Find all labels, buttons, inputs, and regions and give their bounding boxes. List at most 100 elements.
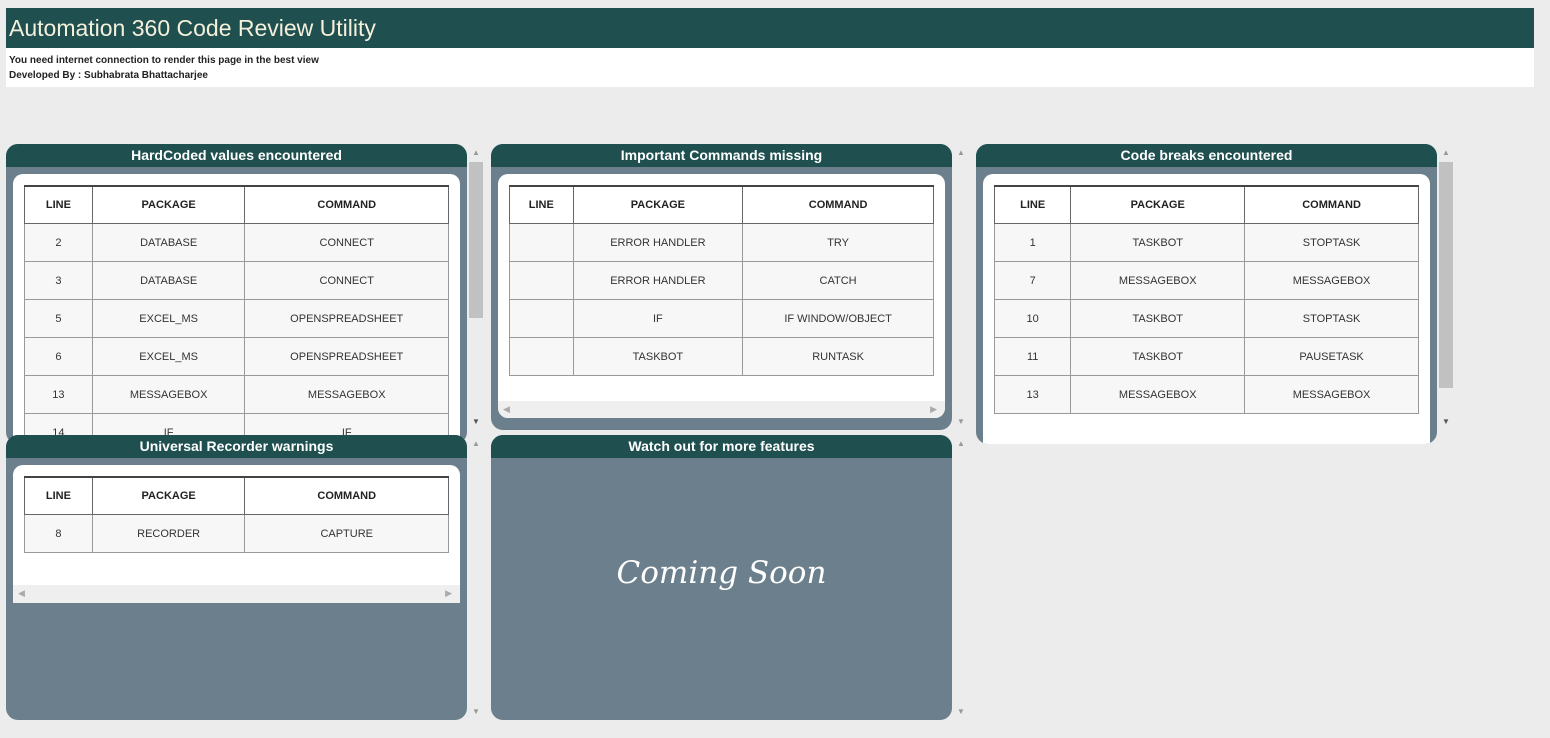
table-header-row: LINE PACKAGE COMMAND [24,476,449,515]
table-card: LINE PACKAGE COMMAND 2 DATABASE CONNECT 3 DATAB… [13,174,460,444]
code-breaks-table: LINE PACKAGE COMMAND 1 TASKBOT STOPTASK 7 MESSA… [993,185,1419,414]
cell-command: STOPTASK [1244,299,1419,338]
cell-package: TASKBOT [1070,223,1246,262]
table-row: 11 TASKBOT PAUSETASK [993,337,1419,376]
table-row: 13 MESSAGEBOX MESSAGEBOX [993,375,1419,414]
cell-command: TRY [742,223,934,262]
table-row: 7 MESSAGEBOX MESSAGEBOX [993,261,1419,300]
panel-title: Universal Recorder warnings [6,435,467,458]
cell-command: RUNTASK [742,337,934,376]
table-row: 1 TASKBOT STOPTASK [993,223,1419,262]
table-row: 3 DATABASE CONNECT [24,261,449,300]
horizontal-scrollbar[interactable]: ◀ ▶ [498,401,945,418]
vertical-scrollbar[interactable]: ▲ ▼ [952,144,970,430]
vertical-scrollbar[interactable]: ▲ ▼ [467,435,485,720]
table-header-row: LINE PACKAGE COMMAND [509,185,934,224]
cell-package: DATABASE [91,261,246,300]
cell-command: IF WINDOW/OBJECT [742,299,934,338]
panel-title: Code breaks encountered [976,144,1437,167]
column-header-package: PACKAGE [1070,185,1246,224]
cell-line: 6 [24,337,93,376]
cell-line: 13 [993,375,1072,414]
missing-commands-table: LINE PACKAGE COMMAND ERROR HANDLER TRY ERROR … [509,185,934,376]
table-row: TASKBOT RUNTASK [509,337,934,376]
internet-notice: You need internet connection to render t… [9,55,319,66]
table-row: 6 EXCEL_MS OPENSPREADSHEET [24,337,449,376]
cell-package: TASKBOT [1070,337,1246,376]
column-header-command: COMMAND [742,185,934,224]
column-header-package: PACKAGE [91,185,246,224]
cell-package: ERROR HANDLER [572,223,744,262]
hardcoded-table: LINE PACKAGE COMMAND 2 DATABASE CONNECT 3 DATAB… [24,185,449,444]
features-panel: Watch out for more features Coming Soon [491,435,952,720]
cell-command: CAPTURE [244,514,449,553]
cell-command: CONNECT [244,261,449,300]
recorder-table: LINE PACKAGE COMMAND 8 RECORDER CAPTURE [24,476,449,553]
cell-package: EXCEL_MS [91,299,246,338]
table-card: LINE PACKAGE COMMAND 1 TASKBOT STOPTASK 7 MESSA… [983,174,1430,444]
table-row: IF IF WINDOW/OBJECT [509,299,934,338]
cell-line [509,299,574,338]
column-header-line: LINE [993,185,1072,224]
cell-command: MESSAGEBOX [1244,375,1419,414]
column-header-command: COMMAND [244,476,449,515]
cell-line: 7 [993,261,1072,300]
table-row: ERROR HANDLER TRY [509,223,934,262]
panel-title: Important Commands missing [491,144,952,167]
table-row: 10 TASKBOT STOPTASK [993,299,1419,338]
column-header-command: COMMAND [244,185,449,224]
developer-credit: Developed By : Subhabrata Bhattacharjee [9,70,208,81]
table-row: 2 DATABASE CONNECT [24,223,449,262]
cell-line [509,337,574,376]
column-header-line: LINE [24,185,93,224]
column-header-command: COMMAND [1244,185,1419,224]
cell-package: TASKBOT [1070,299,1246,338]
panel-title: Watch out for more features [491,435,952,458]
cell-package: RECORDER [91,514,246,553]
hardcoded-panel: HardCoded values encountered LINE PACKAGE… [6,144,467,444]
table-row: 13 MESSAGEBOX MESSAGEBOX [24,375,449,414]
vertical-scrollbar[interactable]: ▲ ▼ [1437,144,1455,430]
cell-line: 2 [24,223,93,262]
cell-command: OPENSPREADSHEET [244,337,449,376]
cell-line: 11 [993,337,1072,376]
cell-line [509,261,574,300]
cell-package: DATABASE [91,223,246,262]
cell-command: CATCH [742,261,934,300]
cell-line: 8 [24,514,93,553]
info-banner: You need internet connection to render t… [6,48,1534,87]
table-row: ERROR HANDLER CATCH [509,261,934,300]
cell-command: CONNECT [244,223,449,262]
column-header-line: LINE [509,185,574,224]
missing-commands-panel: Important Commands missing LINE PACKAGE CO… [491,144,952,430]
cell-command: PAUSETASK [1244,337,1419,376]
cell-line: 5 [24,299,93,338]
cell-command: STOPTASK [1244,223,1419,262]
horizontal-scrollbar[interactable]: ◀ ▶ [13,585,460,603]
cell-line: 13 [24,375,93,414]
cell-command: MESSAGEBOX [1244,261,1419,300]
vertical-scrollbar[interactable]: ▲ ▼ [467,144,485,430]
code-breaks-panel: Code breaks encountered LINE PACKAGE COMMA… [976,144,1437,444]
cell-line: 10 [993,299,1072,338]
cell-command: OPENSPREADSHEET [244,299,449,338]
panel-title: HardCoded values encountered [6,144,467,167]
cell-package: EXCEL_MS [91,337,246,376]
coming-soon-text: Coming Soon [616,555,827,591]
app-title: Automation 360 Code Review Utility [6,8,1534,48]
table-row: 8 RECORDER CAPTURE [24,514,449,553]
column-header-package: PACKAGE [91,476,246,515]
cell-command: MESSAGEBOX [244,375,449,414]
cell-package: MESSAGEBOX [1070,261,1246,300]
table-card: LINE PACKAGE COMMAND ERROR HANDLER TRY ERROR … [498,174,945,418]
recorder-panel: Universal Recorder warnings LINE PACKAGE C… [6,435,467,720]
cell-package: TASKBOT [572,337,744,376]
cell-line [509,223,574,262]
column-header-package: PACKAGE [572,185,744,224]
table-row: 5 EXCEL_MS OPENSPREADSHEET [24,299,449,338]
table-card: LINE PACKAGE COMMAND 8 RECORDER CAPTURE ◀ ▶ [13,465,460,603]
table-header-row: LINE PACKAGE COMMAND [993,185,1419,224]
cell-line: 3 [24,261,93,300]
cell-package: MESSAGEBOX [1070,375,1246,414]
vertical-scrollbar[interactable]: ▲ ▼ [952,435,970,720]
